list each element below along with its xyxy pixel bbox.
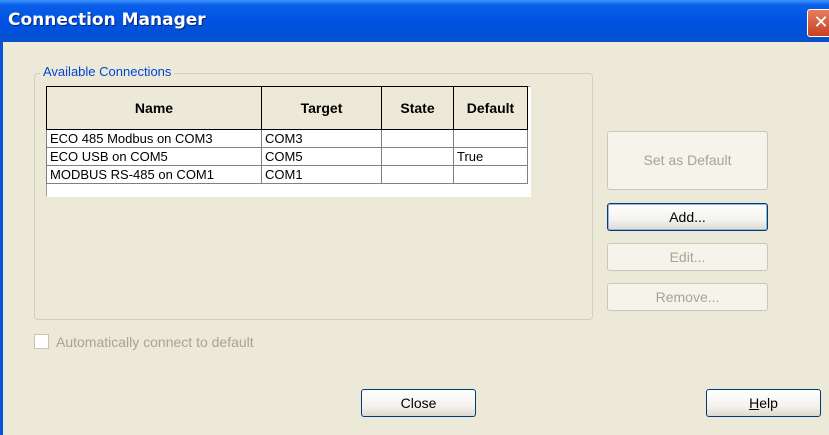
available-connections-label: Available Connections (40, 64, 175, 79)
cell-default[interactable] (453, 129, 528, 148)
remove-label: Remove... (655, 289, 720, 305)
table-row[interactable]: ECO USB on COM5 COM5 True (46, 147, 528, 166)
cell-default[interactable]: True (453, 147, 528, 166)
cell-state[interactable] (381, 129, 454, 148)
column-header-state[interactable]: State (381, 86, 454, 130)
cell-name[interactable]: ECO 485 Modbus on COM3 (46, 129, 262, 148)
help-mnemonic: H (749, 395, 760, 411)
table-row[interactable]: MODBUS RS-485 on COM1 COM1 (46, 165, 528, 184)
auto-connect-checkbox[interactable] (34, 334, 49, 349)
column-header-target[interactable]: Target (261, 86, 382, 130)
cell-name[interactable]: ECO USB on COM5 (46, 147, 262, 166)
cell-target[interactable]: COM3 (261, 129, 382, 148)
cell-name[interactable]: MODBUS RS-485 on COM1 (46, 165, 262, 184)
edit-label: Edit... (669, 249, 706, 265)
connections-table: Name Target State Default ECO 485 Modbus… (46, 86, 528, 184)
title-bar[interactable]: Connection Manager ✕ (0, 0, 829, 42)
cell-default[interactable] (453, 165, 528, 184)
set-as-default-label: Set as Default (643, 152, 732, 168)
close-label: Close (400, 395, 437, 411)
close-button[interactable]: Close (361, 389, 476, 417)
table-row[interactable]: ECO 485 Modbus on COM3 COM3 (46, 129, 528, 148)
add-label: Add... (669, 209, 706, 225)
auto-connect-label: Automatically connect to default (56, 334, 254, 350)
help-label: Help (707, 390, 820, 416)
help-label-rest: elp (759, 395, 778, 411)
remove-button[interactable]: Remove... (607, 283, 768, 311)
cell-target[interactable]: COM5 (261, 147, 382, 166)
connection-manager-window: Connection Manager ✕ Available Connectio… (0, 0, 829, 435)
cell-state[interactable] (381, 147, 454, 166)
column-header-name[interactable]: Name (46, 86, 262, 130)
column-header-default[interactable]: Default (453, 86, 528, 130)
set-as-default-button[interactable]: Set as Default (607, 131, 768, 190)
cell-target[interactable]: COM1 (261, 165, 382, 184)
table-header-row: Name Target State Default (46, 86, 528, 130)
add-button[interactable]: Add... (607, 203, 768, 231)
window-title: Connection Manager (8, 10, 206, 30)
cell-state[interactable] (381, 165, 454, 184)
window-border (0, 42, 3, 435)
close-icon[interactable]: ✕ (807, 9, 829, 37)
edit-button[interactable]: Edit... (607, 243, 768, 271)
help-button[interactable]: Help (706, 389, 821, 417)
